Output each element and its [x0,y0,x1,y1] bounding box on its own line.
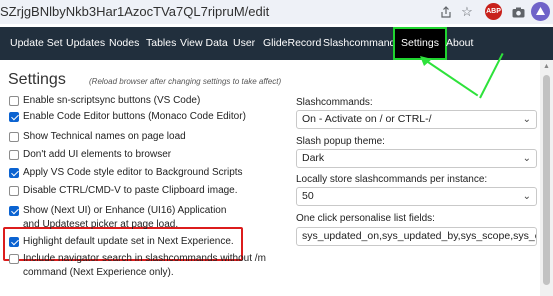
tab-nodes[interactable]: Nodes [109,27,139,60]
theme-label: Slash popup theme: [296,136,385,147]
checkbox[interactable] [9,168,19,178]
checkbox[interactable] [9,206,19,216]
tab-user[interactable]: User [233,27,255,60]
option-show-picker[interactable]: Show (Next UI) or Enhance (UI16) Applica… [9,204,234,232]
option-disable-paste[interactable]: Disable CTRL/CMD-V to paste Clipboard im… [9,184,279,198]
option-label: Disable CTRL/CMD-V to paste Clipboard im… [23,185,238,196]
camera-extension-icon[interactable] [509,3,527,21]
checkbox[interactable] [9,186,19,196]
option-scriptsync[interactable]: Enable sn-scriptsync buttons (VS Code) [9,94,279,108]
checkbox[interactable] [9,150,19,160]
option-vscode-style[interactable]: Apply VS Code style editor to Background… [9,166,279,180]
checkbox[interactable] [9,132,19,142]
tab-slashcommands[interactable]: Slashcommands [323,27,401,60]
slashcommands-label: Slashcommands: [296,97,373,108]
checkbox[interactable] [9,96,19,106]
slashcommands-select[interactable]: On - Activate on / or CTRL-/ ⌄ [296,110,537,129]
option-label: Show Technical names on page load [23,131,186,142]
option-technical-names[interactable]: Show Technical names on page load [9,130,279,144]
option-label: Enable sn-scriptsync buttons (VS Code) [23,95,201,106]
page-title: Settings [8,71,66,88]
reload-note: (Reload browser after changing settings … [89,77,282,86]
nav-bar: Update Set Updates Nodes Tables View Dat… [0,27,553,60]
bookmark-star-icon[interactable]: ☆ [458,3,476,21]
chevron-down-icon: ⌄ [522,191,531,202]
scroll-up-icon[interactable]: ▲ [540,62,553,72]
checkbox[interactable] [9,237,19,247]
tab-gliderecord[interactable]: GlideRecord [263,27,321,60]
option-code-editor[interactable]: Enable Code Editor buttons (Monaco Code … [9,110,279,124]
list-fields-input[interactable]: sys_updated_on,sys_updated_by,sys_scope,… [296,227,537,246]
tab-view-data[interactable]: View Data [180,27,228,60]
chevron-down-icon: ⌄ [522,153,531,164]
chevron-down-icon: ⌄ [522,114,531,125]
list-fields-label: One click personalise list fields: [296,213,435,224]
option-label: Enable Code Editor buttons (Monaco Code … [23,111,246,122]
share-icon[interactable] [437,3,455,21]
option-highlight-update-set[interactable]: Highlight default update set in Next Exp… [9,235,279,249]
adblock-plus-icon[interactable]: ABP [485,3,502,20]
option-label: Don't add UI elements to browser [23,149,172,160]
option-no-ui-elements[interactable]: Don't add UI elements to browser [9,148,279,162]
scrollbar[interactable]: ▲ [540,60,553,296]
option-label: Show (Next UI) or Enhance (UI16) Applica… [23,205,227,230]
option-navigator-search[interactable]: Include navigator search in slashcommand… [9,252,269,280]
settings-popup: Update Set Updates Nodes Tables View Dat… [0,27,553,296]
option-label: Include navigator search in slashcommand… [23,253,266,278]
annotation-arrowhead [420,56,432,66]
store-select[interactable]: 50 ⌄ [296,187,537,206]
checkbox[interactable] [9,112,19,122]
tab-update-set[interactable]: Update Set [10,27,63,60]
option-label: Highlight default update set in Next Exp… [23,236,234,247]
browser-address-bar: SZrjgBNlbyNkb3Har1AzocTVa7QL7ripruM/edit… [0,0,553,24]
option-label: Apply VS Code style editor to Background… [23,167,243,178]
scrollbar-thumb[interactable] [543,75,550,285]
store-label: Locally store slashcommands per instance… [296,174,488,185]
tab-tables[interactable]: Tables [146,27,176,60]
theme-select[interactable]: Dark ⌄ [296,149,537,168]
sn-utils-extension-icon[interactable] [531,2,550,21]
tab-updates[interactable]: Updates [66,27,105,60]
checkbox[interactable] [9,254,19,264]
url-text[interactable]: SZrjgBNlbyNkb3Har1AzocTVa7QL7ripruM/edit [0,4,269,19]
tab-about[interactable]: About [446,27,473,60]
